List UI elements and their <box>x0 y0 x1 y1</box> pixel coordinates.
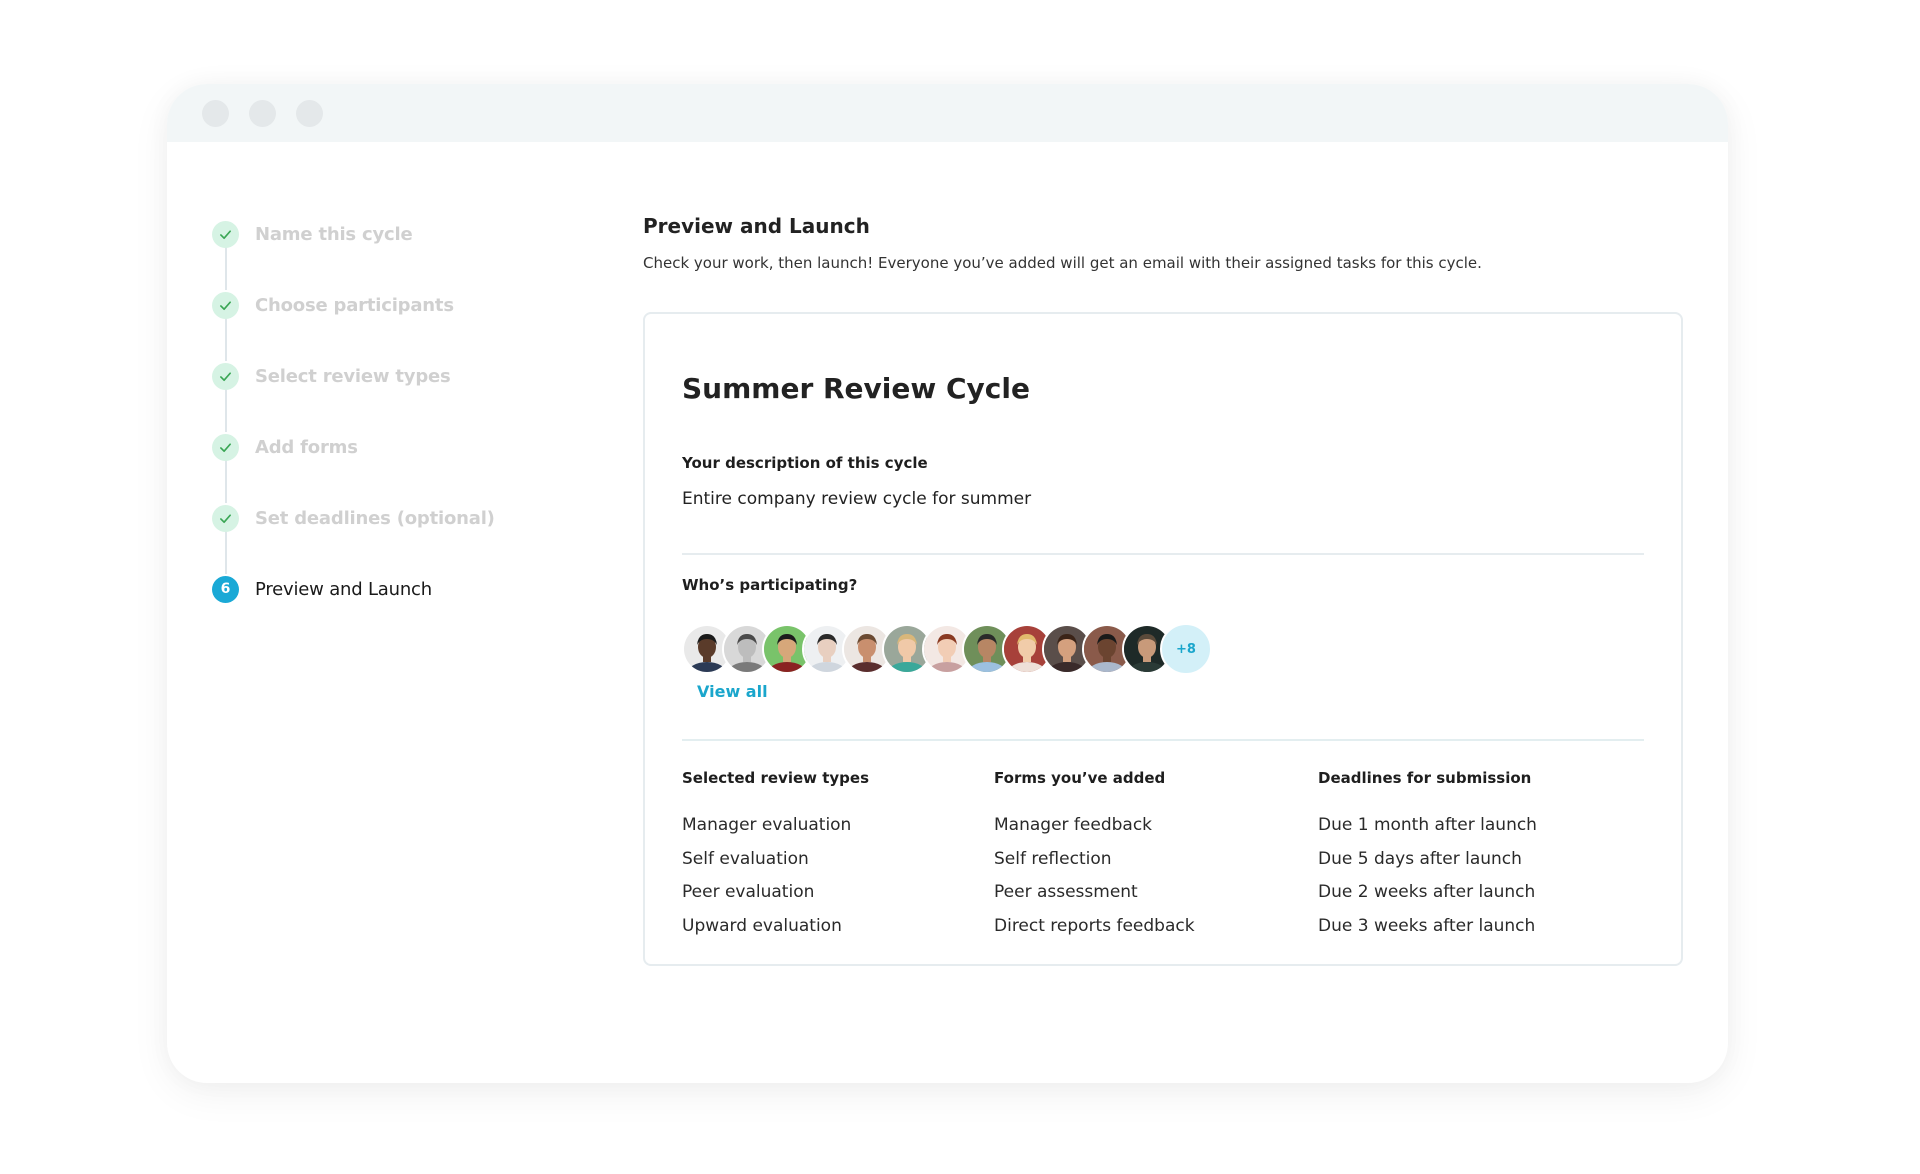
divider <box>682 553 1644 555</box>
view-all-link[interactable]: View all <box>697 682 768 701</box>
deadline-item: Due 2 weeks after launch <box>1318 882 1536 902</box>
forms-column: Forms you’ve added Manager feedback Self… <box>994 769 1195 948</box>
step-add-forms[interactable]: Add forms <box>212 432 358 462</box>
step-complete-badge <box>212 362 239 390</box>
step-connector <box>225 318 227 361</box>
review-types-column: Selected review types Manager evaluation… <box>682 769 869 948</box>
step-label: Choose participants <box>255 294 454 316</box>
step-choose-participants[interactable]: Choose participants <box>212 290 454 320</box>
check-icon <box>220 513 231 523</box>
column-heading: Selected review types <box>682 769 870 787</box>
divider <box>682 739 1644 741</box>
page-subtitle: Check your work, then launch! Everyone y… <box>643 254 1482 272</box>
review-type-item: Manager evaluation <box>682 815 852 835</box>
column-heading: Deadlines for submission <box>1318 769 1532 787</box>
step-number-badge: 6 <box>212 575 239 603</box>
step-complete-badge <box>212 291 239 319</box>
form-item: Direct reports feedback <box>994 915 1195 936</box>
cycle-title: Summer Review Cycle <box>682 372 1030 405</box>
form-item: Self reflection <box>994 848 1112 869</box>
review-type-item: Self evaluation <box>682 848 809 869</box>
form-item: Peer assessment <box>994 882 1138 902</box>
app-window: Name this cycle Choose participants Sele… <box>167 84 1728 1083</box>
form-item: Manager feedback <box>994 815 1153 835</box>
step-preview-and-launch[interactable]: 6 Preview and Launch <box>212 574 432 604</box>
deadline-item: Due 1 month after launch <box>1318 815 1537 835</box>
step-label: Set deadlines (optional) <box>255 507 495 529</box>
check-icon <box>220 371 231 381</box>
step-connector <box>225 460 227 503</box>
step-label: Add forms <box>255 436 358 458</box>
deadline-item: Due 5 days after launch <box>1318 848 1522 869</box>
step-label: Select review types <box>255 365 451 387</box>
window-dot-close[interactable] <box>202 100 229 127</box>
step-select-review-types[interactable]: Select review types <box>212 361 451 391</box>
cycle-summary-card: Summer Review Cycle Your description of … <box>643 312 1683 966</box>
description-value: Entire company review cycle for summer <box>682 489 1032 509</box>
column-heading: Forms you’ve added <box>994 769 1166 787</box>
window-dot-maximize[interactable] <box>296 100 323 127</box>
page-title: Preview and Launch <box>643 214 870 238</box>
step-complete-badge <box>212 220 239 248</box>
step-label: Preview and Launch <box>255 578 432 600</box>
step-complete-badge <box>212 504 239 532</box>
step-connector <box>225 389 227 432</box>
participant-avatar-stack[interactable]: +8 <box>682 623 1282 675</box>
check-icon <box>220 442 231 452</box>
window-dot-minimize[interactable] <box>249 100 276 127</box>
deadline-item: Due 3 weeks after launch <box>1318 915 1536 936</box>
review-type-item: Peer evaluation <box>682 882 815 902</box>
step-set-deadlines[interactable]: Set deadlines (optional) <box>212 503 495 533</box>
description-label: Your description of this cycle <box>682 454 928 472</box>
window-titlebar <box>167 84 1728 142</box>
step-label: Name this cycle <box>255 223 413 245</box>
step-complete-badge <box>212 433 239 461</box>
step-connector <box>225 531 227 574</box>
deadlines-column: Deadlines for submission Due 1 month aft… <box>1318 769 1537 948</box>
more-participants-badge[interactable]: +8 <box>1160 623 1212 675</box>
participants-label: Who’s participating? <box>682 576 858 594</box>
step-connector <box>225 247 227 290</box>
check-icon <box>220 229 231 239</box>
review-type-item: Upward evaluation <box>682 915 842 936</box>
step-name-this-cycle[interactable]: Name this cycle <box>212 219 413 249</box>
check-icon <box>220 300 231 310</box>
